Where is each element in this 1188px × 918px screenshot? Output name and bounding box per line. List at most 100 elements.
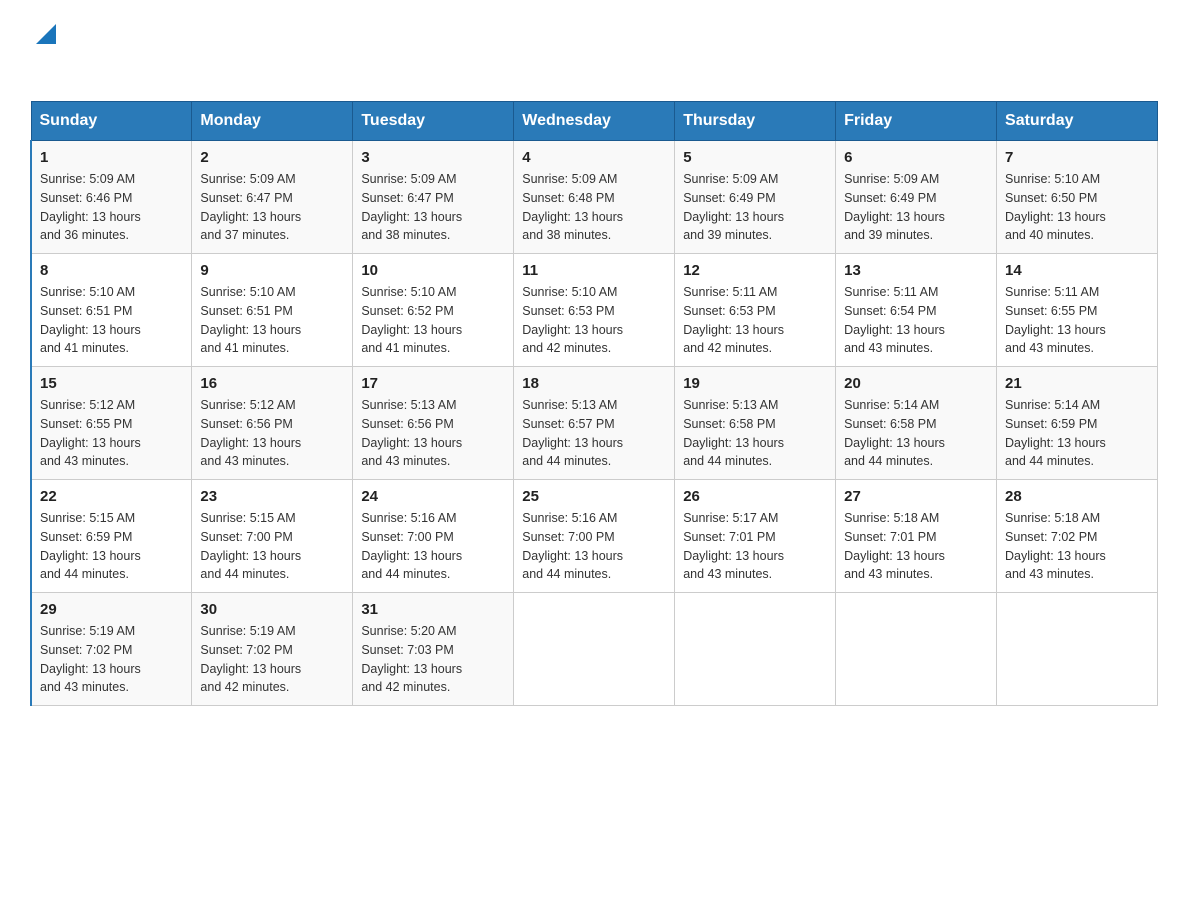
calendar-cell: 5 Sunrise: 5:09 AM Sunset: 6:49 PM Dayli… (675, 141, 836, 254)
logo-triangle-icon (32, 20, 60, 48)
calendar-cell: 4 Sunrise: 5:09 AM Sunset: 6:48 PM Dayli… (514, 141, 675, 254)
day-info: Sunrise: 5:12 AM Sunset: 6:55 PM Dayligh… (40, 396, 183, 471)
day-info: Sunrise: 5:13 AM Sunset: 6:56 PM Dayligh… (361, 396, 505, 471)
day-header-sunday: Sunday (31, 102, 192, 141)
calendar-cell: 28 Sunrise: 5:18 AM Sunset: 7:02 PM Dayl… (997, 480, 1158, 593)
day-info: Sunrise: 5:10 AM Sunset: 6:50 PM Dayligh… (1005, 170, 1149, 245)
day-info: Sunrise: 5:10 AM Sunset: 6:52 PM Dayligh… (361, 283, 505, 358)
calendar-cell: 29 Sunrise: 5:19 AM Sunset: 7:02 PM Dayl… (31, 593, 192, 706)
calendar-cell: 30 Sunrise: 5:19 AM Sunset: 7:02 PM Dayl… (192, 593, 353, 706)
day-number: 27 (844, 488, 988, 505)
day-number: 15 (40, 375, 183, 392)
calendar-cell: 16 Sunrise: 5:12 AM Sunset: 6:56 PM Dayl… (192, 367, 353, 480)
day-number: 19 (683, 375, 827, 392)
calendar-cell: 6 Sunrise: 5:09 AM Sunset: 6:49 PM Dayli… (836, 141, 997, 254)
calendar-cell: 9 Sunrise: 5:10 AM Sunset: 6:51 PM Dayli… (192, 254, 353, 367)
calendar-week-row: 1 Sunrise: 5:09 AM Sunset: 6:46 PM Dayli… (31, 141, 1158, 254)
day-info: Sunrise: 5:09 AM Sunset: 6:47 PM Dayligh… (361, 170, 505, 245)
calendar-cell (675, 593, 836, 706)
day-header-wednesday: Wednesday (514, 102, 675, 141)
calendar-week-row: 8 Sunrise: 5:10 AM Sunset: 6:51 PM Dayli… (31, 254, 1158, 367)
day-info: Sunrise: 5:15 AM Sunset: 6:59 PM Dayligh… (40, 509, 183, 584)
day-number: 20 (844, 375, 988, 392)
calendar-cell: 20 Sunrise: 5:14 AM Sunset: 6:58 PM Dayl… (836, 367, 997, 480)
day-info: Sunrise: 5:20 AM Sunset: 7:03 PM Dayligh… (361, 622, 505, 697)
calendar-cell: 22 Sunrise: 5:15 AM Sunset: 6:59 PM Dayl… (31, 480, 192, 593)
calendar-week-row: 29 Sunrise: 5:19 AM Sunset: 7:02 PM Dayl… (31, 593, 1158, 706)
day-number: 11 (522, 262, 666, 279)
day-number: 18 (522, 375, 666, 392)
day-info: Sunrise: 5:09 AM Sunset: 6:46 PM Dayligh… (40, 170, 183, 245)
day-number: 29 (40, 601, 183, 618)
day-info: Sunrise: 5:18 AM Sunset: 7:01 PM Dayligh… (844, 509, 988, 584)
day-info: Sunrise: 5:14 AM Sunset: 6:59 PM Dayligh… (1005, 396, 1149, 471)
day-header-friday: Friday (836, 102, 997, 141)
day-info: Sunrise: 5:15 AM Sunset: 7:00 PM Dayligh… (200, 509, 344, 584)
day-info: Sunrise: 5:10 AM Sunset: 6:51 PM Dayligh… (40, 283, 183, 358)
calendar-table: SundayMondayTuesdayWednesdayThursdayFrid… (30, 101, 1158, 706)
day-number: 1 (40, 149, 183, 166)
day-header-tuesday: Tuesday (353, 102, 514, 141)
day-number: 24 (361, 488, 505, 505)
day-number: 23 (200, 488, 344, 505)
calendar-cell: 31 Sunrise: 5:20 AM Sunset: 7:03 PM Dayl… (353, 593, 514, 706)
day-number: 28 (1005, 488, 1149, 505)
day-number: 6 (844, 149, 988, 166)
day-header-thursday: Thursday (675, 102, 836, 141)
day-info: Sunrise: 5:13 AM Sunset: 6:58 PM Dayligh… (683, 396, 827, 471)
day-number: 7 (1005, 149, 1149, 166)
calendar-cell: 1 Sunrise: 5:09 AM Sunset: 6:46 PM Dayli… (31, 141, 192, 254)
day-info: Sunrise: 5:19 AM Sunset: 7:02 PM Dayligh… (40, 622, 183, 697)
day-info: Sunrise: 5:09 AM Sunset: 6:49 PM Dayligh… (844, 170, 988, 245)
calendar-cell: 10 Sunrise: 5:10 AM Sunset: 6:52 PM Dayl… (353, 254, 514, 367)
page-header (30, 20, 1158, 83)
day-info: Sunrise: 5:09 AM Sunset: 6:49 PM Dayligh… (683, 170, 827, 245)
calendar-cell: 25 Sunrise: 5:16 AM Sunset: 7:00 PM Dayl… (514, 480, 675, 593)
day-info: Sunrise: 5:11 AM Sunset: 6:54 PM Dayligh… (844, 283, 988, 358)
day-number: 21 (1005, 375, 1149, 392)
day-info: Sunrise: 5:10 AM Sunset: 6:53 PM Dayligh… (522, 283, 666, 358)
day-info: Sunrise: 5:19 AM Sunset: 7:02 PM Dayligh… (200, 622, 344, 697)
day-info: Sunrise: 5:11 AM Sunset: 6:53 PM Dayligh… (683, 283, 827, 358)
calendar-cell: 8 Sunrise: 5:10 AM Sunset: 6:51 PM Dayli… (31, 254, 192, 367)
calendar-cell: 24 Sunrise: 5:16 AM Sunset: 7:00 PM Dayl… (353, 480, 514, 593)
day-info: Sunrise: 5:09 AM Sunset: 6:48 PM Dayligh… (522, 170, 666, 245)
day-number: 10 (361, 262, 505, 279)
calendar-header-row: SundayMondayTuesdayWednesdayThursdayFrid… (31, 102, 1158, 141)
calendar-cell: 12 Sunrise: 5:11 AM Sunset: 6:53 PM Dayl… (675, 254, 836, 367)
calendar-week-row: 15 Sunrise: 5:12 AM Sunset: 6:55 PM Dayl… (31, 367, 1158, 480)
day-number: 3 (361, 149, 505, 166)
calendar-cell: 13 Sunrise: 5:11 AM Sunset: 6:54 PM Dayl… (836, 254, 997, 367)
calendar-cell: 17 Sunrise: 5:13 AM Sunset: 6:56 PM Dayl… (353, 367, 514, 480)
logo-area (30, 20, 60, 83)
day-info: Sunrise: 5:12 AM Sunset: 6:56 PM Dayligh… (200, 396, 344, 471)
day-number: 13 (844, 262, 988, 279)
calendar-cell: 2 Sunrise: 5:09 AM Sunset: 6:47 PM Dayli… (192, 141, 353, 254)
day-number: 26 (683, 488, 827, 505)
calendar-cell (514, 593, 675, 706)
day-number: 9 (200, 262, 344, 279)
calendar-cell: 18 Sunrise: 5:13 AM Sunset: 6:57 PM Dayl… (514, 367, 675, 480)
day-info: Sunrise: 5:16 AM Sunset: 7:00 PM Dayligh… (522, 509, 666, 584)
calendar-cell: 7 Sunrise: 5:10 AM Sunset: 6:50 PM Dayli… (997, 141, 1158, 254)
calendar-cell: 23 Sunrise: 5:15 AM Sunset: 7:00 PM Dayl… (192, 480, 353, 593)
day-number: 16 (200, 375, 344, 392)
day-number: 22 (40, 488, 183, 505)
calendar-cell (997, 593, 1158, 706)
day-number: 25 (522, 488, 666, 505)
day-header-saturday: Saturday (997, 102, 1158, 141)
day-info: Sunrise: 5:18 AM Sunset: 7:02 PM Dayligh… (1005, 509, 1149, 584)
day-info: Sunrise: 5:16 AM Sunset: 7:00 PM Dayligh… (361, 509, 505, 584)
day-number: 2 (200, 149, 344, 166)
day-number: 12 (683, 262, 827, 279)
day-number: 17 (361, 375, 505, 392)
calendar-cell: 3 Sunrise: 5:09 AM Sunset: 6:47 PM Dayli… (353, 141, 514, 254)
day-header-monday: Monday (192, 102, 353, 141)
calendar-cell: 15 Sunrise: 5:12 AM Sunset: 6:55 PM Dayl… (31, 367, 192, 480)
day-info: Sunrise: 5:10 AM Sunset: 6:51 PM Dayligh… (200, 283, 344, 358)
day-number: 30 (200, 601, 344, 618)
day-number: 14 (1005, 262, 1149, 279)
day-info: Sunrise: 5:13 AM Sunset: 6:57 PM Dayligh… (522, 396, 666, 471)
day-info: Sunrise: 5:17 AM Sunset: 7:01 PM Dayligh… (683, 509, 827, 584)
calendar-cell: 26 Sunrise: 5:17 AM Sunset: 7:01 PM Dayl… (675, 480, 836, 593)
